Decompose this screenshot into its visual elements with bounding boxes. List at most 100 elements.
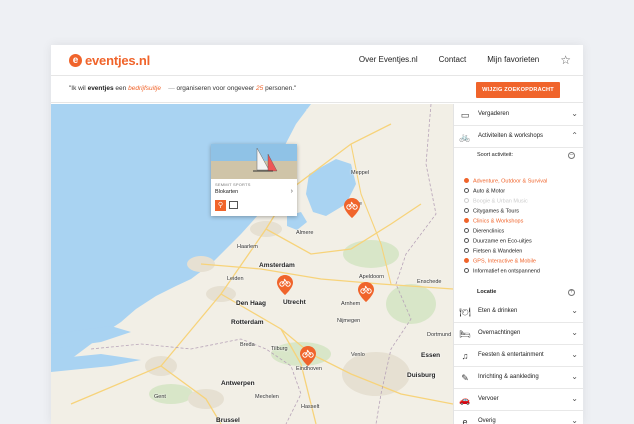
chevron-down-icon: ⌄: [571, 109, 578, 118]
change-search-button[interactable]: WIJZIG ZOEKOPDRACHT: [476, 82, 560, 98]
radio-icon: [464, 218, 469, 223]
query-een: een: [115, 85, 127, 92]
bicycle-icon: ⚲: [215, 200, 226, 211]
query-middle: organiseren voor ongeveer: [176, 85, 255, 92]
bicycle-pin-icon[interactable]: [344, 198, 360, 218]
sidebar-item-label: Feesten & entertainment: [478, 352, 544, 358]
sidebar-item-vergaderen[interactable]: ▭ Vergaderen ⌄: [454, 104, 583, 126]
query-bold: eventjes: [87, 85, 114, 92]
popup-category: SEMMIT SPORTS: [215, 182, 251, 187]
city-label: Gent: [154, 394, 166, 400]
collapse-icon[interactable]: –: [568, 152, 575, 159]
bicycle-icon: 🚲: [459, 132, 471, 142]
city-label: Meppel: [351, 170, 370, 176]
chevron-down-icon: ⌄: [571, 306, 578, 315]
sidebar-item-overnachtingen[interactable]: 🛏 Overnachtingen ⌄: [454, 323, 583, 345]
activity-filter-panel: Soort activiteit: – Adventure, Outdoor &…: [454, 148, 583, 292]
option-label: Fietsen & Wandelen: [473, 248, 523, 255]
car-icon: 🚗: [459, 395, 471, 405]
bicycle-pin-icon[interactable]: [358, 282, 374, 302]
presentation-icon: [229, 201, 238, 209]
activity-option[interactable]: Fietsen & Wandelen: [464, 248, 522, 255]
map-popup[interactable]: SEMMIT SPORTS Blokarten › ⚲: [211, 144, 297, 216]
activity-option[interactable]: Citygames & Tours: [464, 208, 519, 215]
activity-option[interactable]: Duurzame en Eco-uitjes: [464, 238, 532, 245]
activity-option[interactable]: Boogie & Urban Music: [464, 198, 528, 205]
city-label: Almere: [296, 230, 314, 236]
bed-icon: 🛏: [459, 329, 471, 339]
sidebar-item-vervoer[interactable]: 🚗 Vervoer ⌄: [454, 389, 583, 411]
chevron-down-icon: ⌄: [571, 394, 578, 403]
sidebar-item-label: Activiteiten & workshops: [478, 133, 544, 139]
header: e eventjes.nl Over Eventjes.nl Contact M…: [51, 45, 583, 76]
nav-about-link[interactable]: Over Eventjes.nl: [359, 55, 418, 64]
nav-contact-link[interactable]: Contact: [439, 55, 467, 64]
city-label: Brussel: [216, 417, 240, 424]
city-label: Rotterdam: [231, 319, 264, 326]
popup-photo: [211, 144, 297, 179]
query-sentence: "Ik wil eventjes een bedrijfsuitje — org…: [69, 85, 296, 92]
logo[interactable]: e eventjes.nl: [69, 53, 150, 68]
query-bar: "Ik wil eventjes een bedrijfsuitje — org…: [51, 76, 583, 103]
radio-icon: [464, 178, 469, 183]
option-label: Clinics & Workshops: [473, 218, 524, 225]
sidebar-item-label: Inrichting & aankleding: [478, 374, 539, 380]
radio-icon: [464, 208, 469, 213]
sidebar-item-label: Vergaderen: [478, 111, 510, 117]
activity-option[interactable]: Clinics & Workshops: [464, 218, 523, 225]
city-label: Amsterdam: [259, 262, 295, 269]
option-label: Dierenclinics: [473, 228, 505, 235]
chevron-down-icon: ⌄: [571, 372, 578, 381]
map[interactable]: Meppel Zwolle Amsterdam Den Haag Rotterd…: [51, 104, 453, 424]
option-label: Adventure, Outdoor & Survival: [473, 178, 548, 185]
sidebar-item-label: Eten & drinken: [478, 308, 518, 314]
chevron-down-icon: ⌄: [571, 328, 578, 337]
expand-icon[interactable]: +: [568, 289, 575, 296]
sidebar-item-overig[interactable]: e Overig ⌄: [454, 411, 583, 424]
city-label: Enschede: [417, 279, 442, 285]
city-label: Venlo: [351, 352, 365, 358]
logo-text: eventjes.nl: [85, 53, 150, 68]
query-type-select[interactable]: bedrijfsuitje: [128, 85, 161, 92]
city-label: Dortmund: [427, 332, 452, 338]
location-filter[interactable]: Locatie +: [454, 287, 583, 299]
query-prefix: "Ik wil: [69, 85, 86, 92]
query-select-marker[interactable]: —: [168, 85, 175, 92]
city-label: Apeldoorn: [359, 274, 385, 280]
chevron-up-icon: ⌃: [571, 131, 578, 140]
nav-favorites-link[interactable]: Mijn favorieten: [487, 55, 539, 64]
option-label: GPS, Interactive & Mobile: [473, 258, 536, 265]
activity-option[interactable]: Adventure, Outdoor & Survival: [464, 178, 547, 185]
activity-option[interactable]: Auto & Motor: [464, 188, 505, 195]
bicycle-pin-icon[interactable]: [277, 275, 293, 295]
sidebar-item-label: Overig: [478, 418, 496, 424]
sidebar-item-activiteiten[interactable]: 🚲 Activiteiten & workshops ⌃: [454, 126, 583, 148]
chevron-right-icon[interactable]: ›: [291, 188, 293, 195]
logo-mark-icon: e: [69, 54, 82, 67]
sidebar-item-feesten[interactable]: ♫ Feesten & entertainment ⌄: [454, 345, 583, 367]
sidebar-item-label: Vervoer: [478, 396, 499, 402]
city-label: Breda: [240, 342, 255, 348]
query-count-input[interactable]: 25: [256, 85, 263, 92]
sidebar-item-eten[interactable]: 🍽 Eten & drinken ⌄: [454, 301, 583, 323]
activity-option[interactable]: Dierenclinics: [464, 228, 504, 235]
top-nav: Over Eventjes.nl Contact Mijn favorieten…: [338, 54, 571, 66]
chevron-down-icon: ⌄: [571, 350, 578, 359]
city-label: Mechelen: [255, 394, 279, 400]
option-label: Citygames & Tours: [473, 208, 520, 215]
city-label: Nijmegen: [337, 318, 361, 324]
activity-option[interactable]: Informatief en ontspannend: [464, 268, 540, 275]
city-label: Den Haag: [236, 300, 266, 307]
city-label: Hasselt: [301, 404, 320, 410]
city-label: Antwerpen: [221, 380, 255, 387]
presentation-icon: ▭: [460, 110, 470, 120]
star-icon[interactable]: ☆: [560, 54, 571, 66]
activity-type-heading: Soort activiteit:: [477, 152, 514, 158]
bicycle-pin-icon[interactable]: [300, 346, 316, 366]
city-label: Duisburg: [407, 372, 436, 379]
activity-option[interactable]: GPS, Interactive & Mobile: [464, 258, 536, 265]
popup-title: Blokarten: [215, 189, 239, 195]
radio-icon: [464, 188, 469, 193]
sidebar-item-inrichting[interactable]: ✎ Inrichting & aankleding ⌄: [454, 367, 583, 389]
radio-icon: [464, 238, 469, 243]
